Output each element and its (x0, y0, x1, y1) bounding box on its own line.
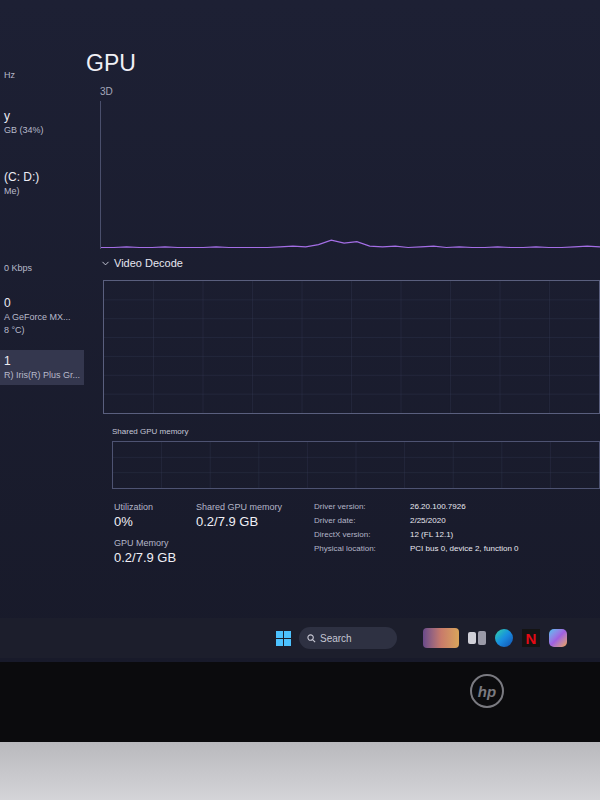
detail-value: 2/25/2020 (410, 515, 519, 527)
search-icon (307, 634, 316, 643)
page-title: GPU (84, 48, 600, 78)
screen: Hz yGB (34%) (C: D:)Me) 0 Kbps 0A GeForce MX… (0, 0, 600, 662)
search-box[interactable]: Search (299, 627, 397, 649)
chevron-icon[interactable] (100, 258, 111, 269)
video-decode-chart (103, 280, 600, 414)
stat: Shared GPU memory0.2/7.9 GB (196, 501, 304, 531)
sidebar-item[interactable]: Hz (0, 66, 84, 85)
chart-grid (113, 442, 599, 488)
start-icon[interactable] (276, 631, 291, 646)
3d-chart (100, 101, 600, 249)
utilization-line (101, 101, 600, 249)
stat: Utilization0% (114, 501, 196, 531)
task-view-icon[interactable] (468, 629, 486, 647)
laptop-bezel: hp (0, 662, 600, 742)
sidebar-item[interactable]: 1R) Iris(R) Plus Gr... (0, 350, 84, 385)
sidebar-item[interactable]: 0A GeForce MX...8 °C) (0, 292, 84, 340)
widgets-icon[interactable] (423, 628, 459, 648)
shared-memory-chart (112, 441, 600, 489)
detail-label: Physical location: (314, 543, 410, 555)
stat: GPU Memory0.2/7.9 GB (114, 537, 196, 567)
sidebar-item[interactable]: 0 Kbps (0, 259, 84, 278)
sidebar: Hz yGB (34%) (C: D:)Me) 0 Kbps 0A GeForce MX… (0, 0, 84, 618)
sidebar-item[interactable]: (C: D:)Me) (0, 166, 84, 201)
sidebar-item[interactable]: yGB (34%) (0, 105, 84, 140)
video-decode-header[interactable]: Video Decode (100, 255, 600, 272)
chart-label: Shared GPU memory (112, 426, 600, 438)
main-panel: GPU 3D Video Decode Shared GPU memory Utiliz… (84, 0, 600, 618)
detail-label: Driver date: (314, 515, 410, 527)
chart-label: 3D (100, 84, 600, 99)
detail-value: 12 (FL 12.1) (410, 529, 519, 541)
laptop-body (0, 742, 600, 800)
photo: Hz yGB (34%) (C: D:)Me) 0 Kbps 0A GeForce MX… (0, 0, 600, 800)
chart-grid (104, 281, 599, 413)
copilot-icon[interactable] (549, 629, 567, 647)
detail-value: 26.20.100.7926 (410, 501, 519, 513)
detail-value: PCI bus 0, device 2, function 0 (410, 543, 519, 555)
taskbar: Search N (0, 618, 600, 658)
detail-label: Driver version: (314, 501, 410, 513)
detail-label: DirectX version: (314, 529, 410, 541)
edge-icon[interactable] (495, 629, 513, 647)
hp-logo: hp (470, 674, 504, 708)
netflix-icon[interactable]: N (522, 629, 540, 647)
details: Driver version:26.20.100.7926Driver date… (314, 501, 519, 555)
stats-area: Utilization0%Shared GPU memory0.2/7.9 GB… (114, 501, 600, 567)
